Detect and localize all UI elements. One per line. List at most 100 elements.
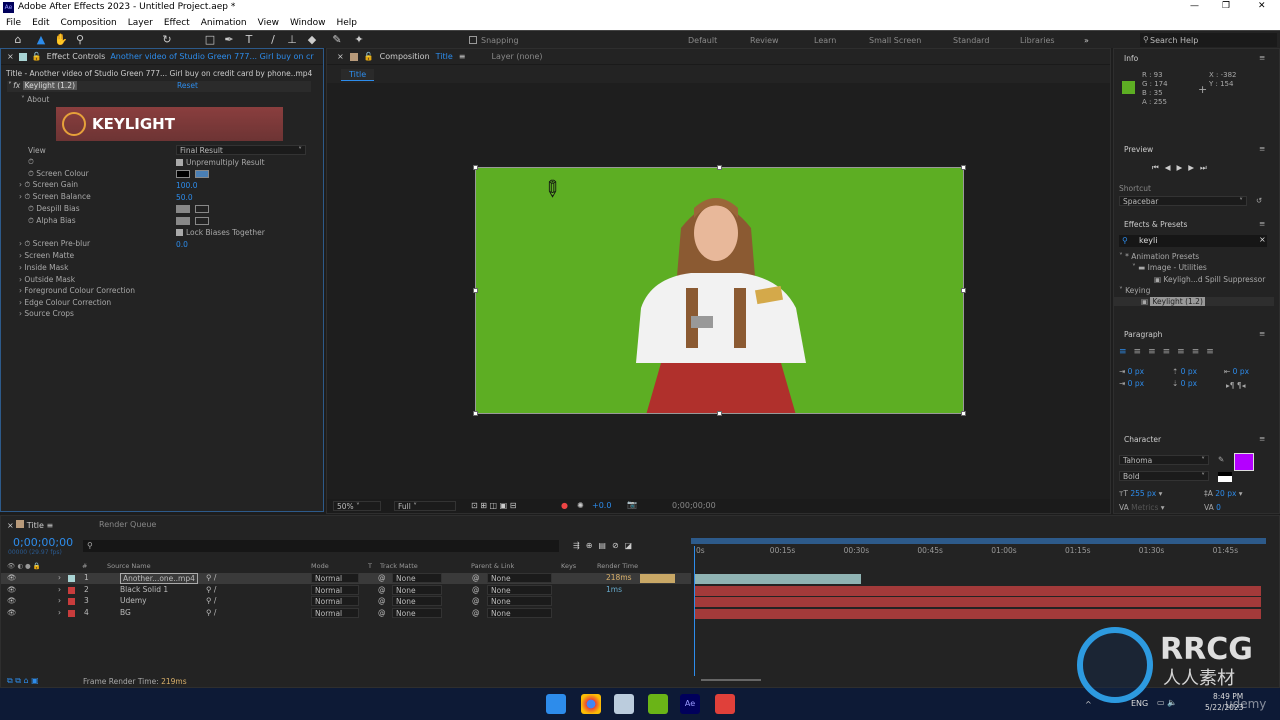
timeline-timecode[interactable]: 0;00;00;00 xyxy=(13,536,73,549)
layer-name[interactable]: Udemy xyxy=(120,596,147,605)
col-source-name[interactable]: Source Name xyxy=(107,562,151,570)
stopwatch-icon[interactable]: ⏱ xyxy=(28,157,34,167)
magnification-dropdown[interactable]: 50% ˅ xyxy=(333,501,381,511)
label-color[interactable] xyxy=(68,598,75,605)
menu-edit[interactable]: Edit xyxy=(32,18,49,28)
workspace-learn[interactable]: Learn xyxy=(814,36,836,45)
visibility-icon[interactable]: 👁 xyxy=(7,596,17,605)
workspace-small-screen[interactable]: Small Screen xyxy=(869,36,921,45)
transform-handle[interactable] xyxy=(961,288,966,293)
fast-preview-icon[interactable]: ⊡ ⊞ ◫ ▣ ⊟ xyxy=(471,501,516,510)
workspace-standard[interactable]: Standard xyxy=(953,36,989,45)
pen-tool-icon[interactable]: ✒ xyxy=(222,33,236,47)
shy-switch-icon[interactable]: ⚲ / xyxy=(206,585,216,594)
menu-composition[interactable]: Composition xyxy=(61,18,117,28)
menu-help[interactable]: Help xyxy=(336,18,357,28)
tree-spill-suppressor[interactable]: ▣ Keyligh...d Spill Suppressor xyxy=(1154,275,1265,284)
menu-file[interactable]: File xyxy=(6,18,21,28)
group-foreground-colour-correction[interactable]: › Foreground Colour Correction xyxy=(19,286,135,295)
space-before[interactable]: ⇡ 0 px xyxy=(1172,367,1197,376)
parent-dropdown[interactable]: None xyxy=(487,573,552,583)
layer-duration-bar[interactable] xyxy=(694,608,1261,619)
panel-menu-icon[interactable]: ≡ xyxy=(1259,144,1265,153)
col-mode[interactable]: Mode xyxy=(311,562,329,570)
parent-pickwhip-icon[interactable]: @ xyxy=(472,608,480,617)
parent-dropdown[interactable]: None xyxy=(487,596,552,606)
col-parent[interactable]: Parent & Link xyxy=(471,562,514,570)
camtasia-recorder-icon[interactable] xyxy=(715,694,735,714)
menu-layer[interactable]: Layer xyxy=(128,18,153,28)
menu-view[interactable]: View xyxy=(258,18,279,28)
screen-colour-swatch[interactable] xyxy=(176,170,190,178)
transform-handle[interactable] xyxy=(717,411,722,416)
col-track-matte[interactable]: Track Matte xyxy=(380,562,418,570)
expand-icon[interactable]: › xyxy=(58,596,61,605)
chrome-icon[interactable] xyxy=(581,694,601,714)
timeline-tab[interactable]: × Title ≡ xyxy=(7,520,53,530)
expand-icon[interactable]: › xyxy=(58,585,61,594)
layer-duration-bar[interactable] xyxy=(694,597,1261,607)
eyedropper-icon[interactable] xyxy=(195,170,209,178)
parent-pickwhip-icon[interactable]: @ xyxy=(472,596,480,605)
snapshot-icon[interactable]: 📷 xyxy=(627,500,637,509)
group-screen-matte[interactable]: › Screen Matte xyxy=(19,251,74,260)
exposure-icon[interactable]: ✺ xyxy=(577,501,584,510)
screen-gain-value[interactable]: 100.0 xyxy=(176,181,197,190)
parent-pickwhip-icon[interactable]: @ xyxy=(472,585,480,594)
mode-dropdown[interactable]: Normal xyxy=(311,607,359,618)
layer-search-input[interactable]: ⚲ xyxy=(83,540,559,552)
font-style-dropdown[interactable]: Bold ˅ xyxy=(1119,471,1209,481)
menu-effect[interactable]: Effect xyxy=(164,18,190,28)
despill-eyedropper-icon[interactable] xyxy=(195,205,209,213)
transform-handle[interactable] xyxy=(961,165,966,170)
photos-icon[interactable] xyxy=(614,694,634,714)
close-button[interactable]: ✕ xyxy=(1258,1,1266,11)
pickwhip-icon[interactable]: @ xyxy=(378,596,386,605)
tree-keying[interactable]: ˅ Keying xyxy=(1119,286,1150,295)
close-tab-icon[interactable]: × xyxy=(7,52,14,61)
view-dropdown[interactable]: Final Result ˅ xyxy=(176,145,306,155)
default-colors-icon[interactable] xyxy=(1218,472,1232,482)
first-line-indent[interactable]: ⇥ 0 px xyxy=(1119,379,1144,388)
layer-row[interactable]: 👁 › 4 BG ⚲ / Normal @ None @ None xyxy=(1,607,691,619)
clear-search-icon[interactable]: × xyxy=(1259,235,1266,244)
visibility-icon[interactable]: 👁 xyxy=(7,585,17,594)
home-icon[interactable]: ⌂ xyxy=(11,33,25,47)
effect-header[interactable]: ˅ fx Keylight (1.2) Reset xyxy=(7,81,311,92)
panel-menu-icon[interactable]: ≡ xyxy=(459,52,466,61)
leading[interactable]: ‡A 20 px ▾ xyxy=(1204,489,1243,498)
minimize-button[interactable]: — xyxy=(1190,1,1199,11)
windows-start-icon[interactable] xyxy=(546,694,566,714)
layer-row[interactable]: 👁 › 2 Black Solid 1 ⚲ / Normal @ None @ … xyxy=(1,584,691,596)
tray-chevron-icon[interactable]: ^ xyxy=(1085,700,1092,709)
layer-name[interactable]: Black Solid 1 xyxy=(120,585,168,594)
visibility-icon[interactable]: 👁 xyxy=(7,573,17,582)
tree-image-utilities[interactable]: ˅ ▬ Image - Utilities xyxy=(1132,263,1207,272)
menu-animation[interactable]: Animation xyxy=(201,18,247,28)
track-matte-dropdown[interactable]: None xyxy=(392,596,442,606)
after-effects-icon[interactable]: Ae xyxy=(680,694,700,714)
workspace-review[interactable]: Review xyxy=(750,36,779,45)
panel-menu-icon[interactable]: ≡ xyxy=(1259,329,1265,338)
channel-icon[interactable]: ● xyxy=(561,501,568,510)
track-matte-dropdown[interactable]: None xyxy=(392,584,442,595)
reset-button[interactable]: Reset xyxy=(177,81,198,90)
playback-controls[interactable]: ⏮◀▶▶⏭ xyxy=(1152,163,1213,173)
unpremultiply-checkbox[interactable]: Unpremultiply Result xyxy=(176,158,265,167)
camtasia-icon[interactable] xyxy=(648,694,668,714)
screen-preblur-value[interactable]: 0.0 xyxy=(176,240,188,249)
label-color[interactable] xyxy=(68,575,75,582)
layer-tab[interactable]: Layer (none) xyxy=(492,52,543,61)
space-after[interactable]: ⇣ 0 px xyxy=(1172,379,1197,388)
layer-duration-bar[interactable] xyxy=(694,585,1261,596)
about-group[interactable]: ˅ About xyxy=(21,95,49,104)
alpha-eyedropper-icon[interactable] xyxy=(195,217,209,225)
pickwhip-icon[interactable]: @ xyxy=(378,585,386,594)
alpha-bias-swatch[interactable] xyxy=(176,217,190,225)
brush-tool-icon[interactable]: / xyxy=(266,33,280,47)
parent-pickwhip-icon[interactable]: @ xyxy=(472,573,480,582)
language-indicator[interactable]: ENG xyxy=(1131,699,1148,708)
track-matte-dropdown[interactable]: None xyxy=(392,607,442,618)
font-size[interactable]: тT 255 px ▾ xyxy=(1119,489,1162,498)
expand-icon[interactable]: › xyxy=(58,608,61,617)
